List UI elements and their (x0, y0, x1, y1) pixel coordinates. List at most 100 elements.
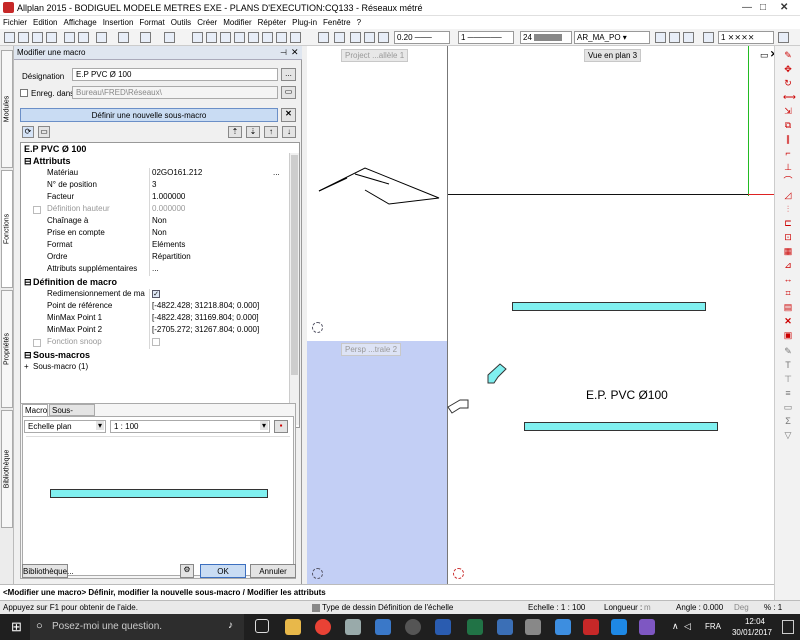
view-icon[interactable] (192, 32, 203, 43)
pattern-settings-icon[interactable] (778, 32, 789, 43)
draw-pen-icon[interactable]: ✎ (783, 50, 793, 60)
project-icon[interactable] (32, 32, 43, 43)
layer-select[interactable]: AR_MA_PO ▾ (574, 31, 650, 44)
microphone-icon[interactable]: ♪ (228, 620, 233, 631)
elbow-cyan[interactable] (487, 363, 507, 384)
menu-help[interactable]: ? (354, 16, 364, 27)
attr-value[interactable]: Non (149, 216, 289, 228)
pin-icon[interactable]: ⊣ (280, 48, 287, 57)
move-up-icon[interactable]: ↑ (264, 126, 278, 138)
allplan-taskbar-icon[interactable] (583, 619, 599, 635)
tab-sousmacros[interactable]: Sous-macros (49, 404, 95, 424)
language-indicator[interactable]: FRA (705, 622, 721, 631)
format-icon[interactable] (350, 32, 361, 43)
close-icon[interactable]: ✕ (780, 2, 788, 13)
rotate-icon[interactable]: ↻ (783, 78, 793, 88)
chrome-icon[interactable] (315, 619, 331, 635)
def-value[interactable]: [-4822.428; 31218.804; 0.000] (149, 301, 289, 313)
move-down-icon[interactable]: ↓ (282, 126, 296, 138)
attr-row-chainage[interactable]: Chaînage à Non (21, 216, 291, 228)
scale-icon[interactable]: ⊡ (783, 232, 793, 242)
scale-select[interactable]: 1 : 100 ▾ (110, 420, 270, 433)
menu-creer[interactable]: Créer (194, 16, 220, 27)
menu-edition[interactable]: Edition (30, 16, 60, 27)
stretch-icon[interactable]: ⇲ (783, 106, 793, 116)
collapse-icon[interactable]: ⊟ (24, 350, 32, 361)
menu-fichier[interactable]: Fichier (0, 16, 30, 27)
def-row-reference[interactable]: Point de référence [-4822.428; 31218.804;… (21, 301, 291, 313)
open-icon[interactable] (18, 32, 29, 43)
attr-value[interactable]: Non (149, 228, 289, 240)
delete-icon[interactable] (276, 32, 287, 43)
mirror-icon[interactable]: ⟷ (783, 92, 796, 102)
line-icon[interactable] (364, 32, 375, 43)
attr-row-prise[interactable]: Prise en compte Non (21, 228, 291, 240)
def-row-minmax1[interactable]: MinMax Point 1 [-4822.428; 31169.804; 0.0… (21, 313, 291, 325)
menu-format[interactable]: Format (136, 16, 167, 27)
attr-value[interactable]: 02GO161.212 (149, 168, 289, 180)
refresh-icon[interactable]: ⟳ (22, 126, 34, 138)
redim-checkbox[interactable]: ✓ (152, 290, 160, 298)
menu-affichage[interactable]: Affichage (60, 16, 99, 27)
redo-icon[interactable] (164, 32, 175, 43)
def-row-redim[interactable]: Redimensionnement de ma ✓ (21, 289, 291, 301)
layer-visibility-icon[interactable] (669, 32, 680, 43)
designation-input[interactable]: E.P PVC Ø 100 (72, 68, 278, 81)
dimension-icon[interactable]: ↔ (783, 274, 793, 284)
line-type-select[interactable]: 1 ────── (458, 31, 514, 44)
menu-modifier[interactable]: Modifier (220, 16, 254, 27)
attributs-section[interactable]: ⊟ Attributs (21, 156, 291, 168)
app-icon-8[interactable] (639, 619, 655, 635)
app-icon-5[interactable] (525, 619, 541, 635)
label-icon[interactable]: ⌗ (783, 288, 793, 298)
app-icon-2[interactable] (405, 619, 421, 635)
viewport-plan-label[interactable]: Vue en plan 3 (584, 49, 642, 62)
tab-fonctions[interactable]: Fonctions (1, 170, 13, 288)
split-icon[interactable]: ⫶ (783, 204, 793, 214)
pen-icon[interactable] (318, 32, 329, 43)
move-bottom-icon[interactable]: ⇣ (246, 126, 260, 138)
preview-icon[interactable] (118, 32, 129, 43)
paste-icon[interactable] (262, 32, 273, 43)
file-explorer-icon[interactable] (285, 619, 301, 635)
color-select[interactable]: 24 (520, 31, 572, 44)
echelle-select[interactable]: Echelle plan ▾ (24, 420, 106, 433)
excel-icon[interactable] (467, 619, 483, 635)
sousmacros-section[interactable]: ⊟ Sous-macros (21, 350, 291, 362)
attr-row-ordre[interactable]: Ordre Répartition (21, 252, 291, 264)
def-value[interactable]: [-4822.428; 31169.804; 0.000] (149, 313, 289, 325)
folder-browse-icon[interactable]: ▭ (281, 86, 296, 99)
viewport-project-label[interactable]: Project ...allèle 1 (341, 49, 409, 62)
measure-icon[interactable]: ⊿ (783, 260, 793, 270)
def-value[interactable]: ✓ (149, 289, 289, 301)
menu-outils[interactable]: Outils (168, 16, 194, 27)
notifications-icon[interactable] (782, 620, 794, 634)
definition-section[interactable]: ⊟ Définition de macro (21, 277, 291, 289)
pipe-annotation[interactable]: E.P. PVC Ø100 (586, 388, 668, 402)
tray-up-icon[interactable]: ∧ (672, 621, 679, 632)
taskbar-search-box[interactable]: ○ Posez-moi une question. ♪ (30, 614, 244, 640)
layer-settings-icon[interactable] (655, 32, 666, 43)
tree-scrollbar[interactable] (289, 153, 299, 425)
length-unit[interactable]: m (644, 603, 651, 612)
cut-icon[interactable] (234, 32, 245, 43)
erase-icon[interactable]: ✕ (783, 316, 793, 326)
move-top-icon[interactable]: ⇡ (228, 126, 242, 138)
elbow-white[interactable] (447, 399, 469, 414)
attr-row-facteur[interactable]: Facteur 1.000000 (21, 192, 291, 204)
scale-readout[interactable]: Echelle : 1 : 100 (528, 603, 585, 612)
delete-submacro-icon[interactable]: ✕ (281, 108, 296, 122)
fillet-icon[interactable]: ⌒ (783, 176, 793, 186)
macro-icon[interactable]: ▭ (38, 126, 50, 138)
offset-icon[interactable]: ∥ (783, 134, 793, 144)
materiau-browse-icon[interactable]: ... (273, 168, 280, 177)
scale-pick-icon[interactable]: ▪ (274, 420, 288, 433)
pipe-elbows[interactable] (440, 355, 510, 425)
windows-start-icon[interactable]: ⊞ (11, 620, 25, 634)
app-icon-4[interactable] (497, 619, 513, 635)
window-icon[interactable] (206, 32, 217, 43)
trim-icon[interactable]: ⌐ (783, 148, 793, 158)
attr-row-format[interactable]: Format Eléments (21, 240, 291, 252)
clock-date[interactable]: 30/01/2017 (728, 628, 776, 637)
panel-close-icon[interactable]: ✕ (291, 47, 299, 58)
